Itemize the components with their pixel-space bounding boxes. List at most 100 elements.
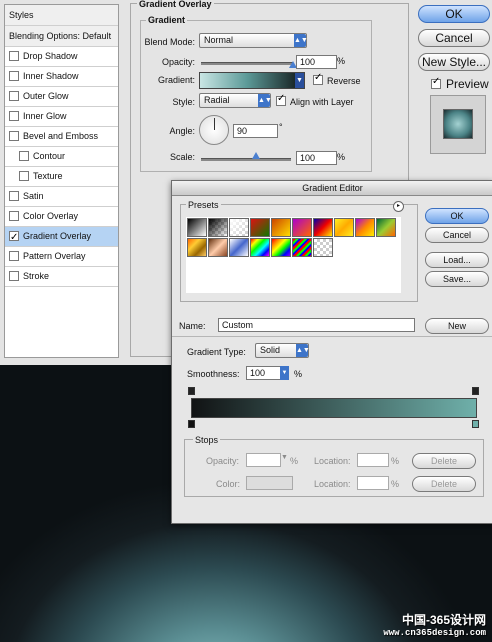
reverse-checkbox[interactable] — [313, 72, 323, 85]
style-select[interactable]: Radial ▲▼ — [199, 93, 272, 108]
ok-button[interactable]: OK — [418, 5, 490, 23]
preset-swatch[interactable] — [208, 218, 228, 237]
stop-color-location-label: Location: — [314, 479, 351, 489]
load-button[interactable]: Load... — [425, 252, 489, 268]
watermark-line2: www.cn365design.com — [383, 628, 486, 638]
checkbox-icon[interactable] — [9, 270, 19, 281]
stop-opacity-location-label: Location: — [314, 456, 351, 466]
blending-options-item[interactable]: Blending Options: Default — [5, 26, 118, 47]
preset-swatch[interactable] — [376, 218, 396, 237]
style-item-gradient-overlay[interactable]: Gradient Overlay — [5, 227, 118, 247]
checkbox-checked-icon[interactable] — [9, 228, 19, 247]
checkbox-icon[interactable] — [19, 170, 29, 181]
checkbox-icon[interactable] — [9, 250, 19, 261]
preset-swatch[interactable] — [271, 218, 291, 237]
style-item-inner-glow[interactable]: Inner Glow — [5, 107, 118, 127]
stop-opacity-label: Opacity: — [206, 456, 240, 466]
angle-label: Angle: — [169, 126, 195, 136]
checkbox-icon[interactable] — [9, 50, 19, 61]
gradient-bar[interactable] — [191, 398, 477, 418]
blend-mode-select[interactable]: Normal ▲▼ — [199, 33, 308, 48]
updown-arrow-icon: ▲▼ — [296, 344, 310, 357]
preset-swatch[interactable] — [250, 238, 270, 257]
stop-opacity-dropdown-icon[interactable]: ▼ — [281, 454, 288, 461]
preset-swatch[interactable] — [271, 238, 291, 257]
smoothness-label: Smoothness: — [187, 369, 240, 379]
preset-swatch[interactable] — [313, 238, 333, 257]
checkbox-icon[interactable] — [19, 150, 29, 161]
style-item-inner-shadow[interactable]: Inner Shadow — [5, 67, 118, 87]
cancel-button[interactable]: Cancel — [418, 29, 490, 47]
new-button[interactable]: New — [425, 318, 489, 334]
style-item-satin[interactable]: Satin — [5, 187, 118, 207]
stop-opacity-field[interactable] — [246, 453, 281, 467]
checkbox-icon[interactable] — [9, 190, 19, 201]
style-value: Radial — [204, 95, 230, 105]
align-with-layer-label: Align with Layer — [290, 97, 354, 107]
color-stop-left[interactable] — [188, 420, 195, 428]
style-label: Style: — [172, 97, 195, 107]
scale-slider-handle[interactable] — [252, 152, 260, 159]
preset-swatch[interactable] — [187, 238, 207, 257]
dropdown-arrow-icon[interactable]: ▼ — [295, 73, 304, 88]
preset-swatch[interactable] — [187, 218, 207, 237]
smoothness-dropdown-icon[interactable]: ▼ — [280, 366, 289, 380]
scale-field[interactable]: 100 — [296, 151, 337, 165]
angle-dial-needle — [214, 118, 215, 130]
gradient-type-label: Gradient Type: — [187, 347, 246, 357]
section-title: Gradient Overlay — [137, 0, 214, 9]
reverse-label: Reverse — [327, 76, 361, 86]
preset-swatch[interactable] — [208, 238, 228, 257]
preview-swatch — [443, 109, 473, 139]
angle-field[interactable]: 90 — [233, 124, 278, 138]
stop-opacity-delete-button[interactable]: Delete — [412, 453, 476, 469]
watermark: 中国-365设计网 www.cn365design.com — [383, 611, 486, 638]
opacity-field[interactable]: 100 — [296, 55, 337, 69]
style-item-stroke[interactable]: Stroke — [5, 267, 118, 287]
preset-swatch[interactable] — [250, 218, 270, 237]
opacity-stop-left[interactable] — [188, 387, 195, 395]
angle-dial[interactable] — [199, 115, 229, 145]
preset-swatch[interactable] — [334, 218, 354, 237]
stop-color-delete-button[interactable]: Delete — [412, 476, 476, 492]
checkbox-icon[interactable] — [9, 130, 19, 141]
gradient-preview-swatch[interactable] — [199, 72, 305, 89]
gradient-type-select[interactable]: Solid ▲▼ — [255, 343, 310, 358]
align-with-layer-checkbox[interactable] — [276, 93, 286, 106]
gradient-editor-title: Gradient Editor — [172, 181, 492, 196]
style-item-pattern-overlay[interactable]: Pattern Overlay — [5, 247, 118, 267]
stop-color-location-field[interactable] — [357, 476, 389, 490]
style-item-color-overlay[interactable]: Color Overlay — [5, 207, 118, 227]
style-item-drop-shadow[interactable]: Drop Shadow — [5, 47, 118, 67]
editor-ok-button[interactable]: OK — [425, 208, 489, 224]
name-field[interactable]: Custom — [218, 318, 415, 332]
preset-swatch[interactable] — [292, 218, 312, 237]
checkbox-icon[interactable] — [9, 70, 19, 81]
opacity-stop-right[interactable] — [472, 387, 479, 395]
editor-cancel-button[interactable]: Cancel — [425, 227, 489, 243]
style-item-contour[interactable]: Contour — [5, 147, 118, 167]
preset-swatch[interactable] — [292, 238, 312, 257]
style-item-bevel-emboss[interactable]: Bevel and Emboss — [5, 127, 118, 147]
preset-swatch[interactable] — [229, 218, 249, 237]
save-button[interactable]: Save... — [425, 271, 489, 287]
blend-mode-value: Normal — [204, 35, 234, 45]
presets-menu-icon[interactable]: ▸ — [393, 201, 404, 212]
styles-header[interactable]: Styles — [5, 5, 118, 26]
color-stop-right[interactable] — [472, 420, 479, 428]
new-style-button[interactable]: New Style... — [418, 53, 490, 71]
style-item-outer-glow[interactable]: Outer Glow — [5, 87, 118, 107]
stop-opacity-location-field[interactable] — [357, 453, 389, 467]
scale-slider[interactable] — [201, 158, 291, 161]
opacity-slider[interactable] — [201, 62, 293, 65]
scale-label: Scale: — [169, 152, 195, 162]
preset-swatch[interactable] — [229, 238, 249, 257]
preview-checkbox[interactable] — [431, 76, 441, 89]
preset-swatch[interactable] — [313, 218, 333, 237]
preset-swatch[interactable] — [355, 218, 375, 237]
checkbox-icon[interactable] — [9, 110, 19, 121]
checkbox-icon[interactable] — [9, 210, 19, 221]
style-item-texture[interactable]: Texture — [5, 167, 118, 187]
stop-color-swatch[interactable] — [246, 476, 293, 490]
checkbox-icon[interactable] — [9, 90, 19, 101]
